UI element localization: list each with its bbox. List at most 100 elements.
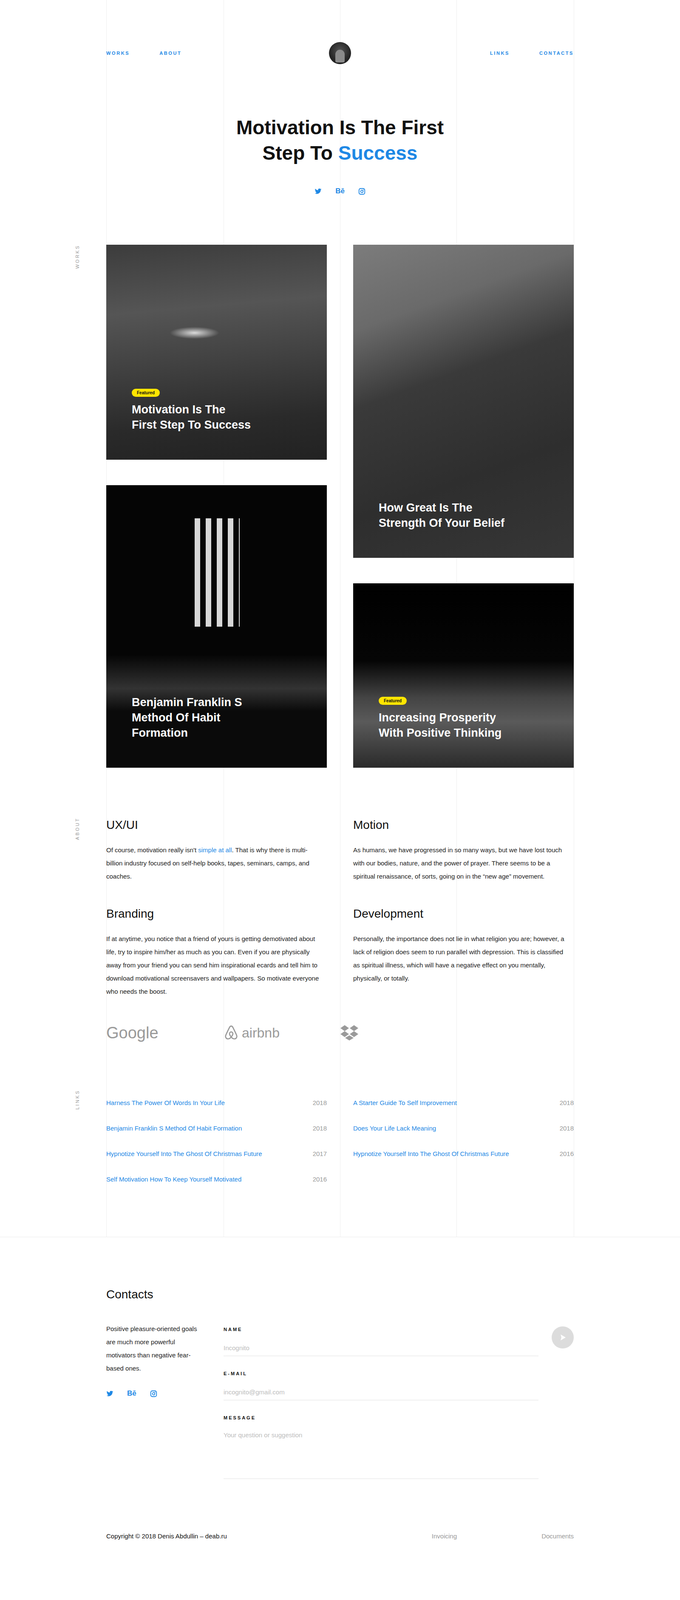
card-title: Increasing ProsperityWith Positive Think… xyxy=(378,710,502,741)
service-title: Development xyxy=(353,906,574,922)
service-text: If at anytime, you notice that a friend … xyxy=(106,932,321,999)
hero-line: Motivation Is The First xyxy=(236,116,444,139)
nav-link[interactable]: WORKS xyxy=(106,50,130,56)
work-card[interactable]: Featured Increasing ProsperityWith Positi… xyxy=(353,583,574,768)
service-item: BrandingIf at anytime, you notice that a… xyxy=(106,906,327,999)
airbnb-icon xyxy=(223,1025,240,1042)
article-link[interactable]: Harness The Power Of Words In Your Life xyxy=(106,1099,225,1107)
footer-link[interactable]: Invoicing xyxy=(431,1532,457,1542)
instagram-icon[interactable] xyxy=(358,187,366,196)
link-row: Benjamin Franklin S Method Of Habit Form… xyxy=(106,1115,327,1142)
article-link[interactable]: Self Motivation How To Keep Yourself Mot… xyxy=(106,1175,242,1184)
article-link[interactable]: A Starter Guide To Self Improvement xyxy=(353,1099,457,1107)
card-title-line: Method Of Habit xyxy=(131,710,243,726)
hero-socials: Bē xyxy=(0,187,680,196)
work-card[interactable]: Benjamin Franklin SMethod Of HabitFormat… xyxy=(106,485,327,768)
service-text: Of course, motivation really isn't simpl… xyxy=(106,843,321,884)
twitter-icon[interactable] xyxy=(314,187,322,196)
works-column: Featured Motivation Is TheFirst Step To S… xyxy=(106,244,327,768)
contact-form: NAMEE-MAILMESSAGE xyxy=(223,1326,539,1480)
work-card[interactable]: Featured Motivation Is TheFirst Step To S… xyxy=(106,244,327,460)
contacts-grid: Positive pleasure-oriented goals are muc… xyxy=(106,1326,574,1480)
service-item: MotionAs humans, we have progressed in s… xyxy=(353,817,574,884)
link-year: 2018 xyxy=(312,1099,327,1107)
card-caption: Benjamin Franklin SMethod Of HabitFormat… xyxy=(131,694,243,741)
featured-badge: Featured xyxy=(131,388,160,397)
behance-icon[interactable]: Bē xyxy=(127,1390,137,1398)
side-label: LINKS xyxy=(74,1090,80,1111)
side-label-cell: WORKS xyxy=(0,244,107,768)
airbnb-logo: airbnb xyxy=(223,1024,340,1042)
link-row: Self Motivation How To Keep Yourself Mot… xyxy=(106,1166,327,1193)
link-year: 2018 xyxy=(312,1124,327,1133)
google-logo: Google xyxy=(106,1023,224,1043)
copyright: Copyright © 2018 Denis Abdullin – deab.r… xyxy=(106,1532,340,1542)
card-title-line: Strength Of Your Belief xyxy=(378,515,505,531)
arrow-icon xyxy=(558,1333,567,1343)
text-input[interactable] xyxy=(223,1340,539,1357)
card-caption: How Great Is TheStrength Of Your Belief xyxy=(378,500,505,531)
link-year: 2016 xyxy=(559,1150,574,1158)
service-text: As humans, we have progressed in so many… xyxy=(353,843,568,884)
avatar-image[interactable] xyxy=(328,42,352,65)
card-title: Motivation Is TheFirst Step To Success xyxy=(131,402,251,433)
dropbox-icon xyxy=(340,1024,359,1042)
service-text: Personally, the importance does not lie … xyxy=(353,932,568,986)
nav-right: LINKS CONTACTS xyxy=(351,50,574,56)
hero-title: Motivation Is The FirstStep ToSuccess xyxy=(0,114,680,166)
field-label: E-MAIL xyxy=(223,1371,539,1377)
nav-link[interactable]: CONTACTS xyxy=(539,50,574,56)
google-wordmark: Google xyxy=(106,1023,159,1043)
contacts-info: Positive pleasure-oriented goals are muc… xyxy=(106,1326,224,1398)
top-nav: WORKS ABOUT LINKS CONTACTS xyxy=(106,0,574,65)
link-row: Hypnotize Yourself Into The Ghost Of Chr… xyxy=(353,1141,574,1167)
nav-left: WORKS ABOUT xyxy=(106,50,329,56)
message-textarea[interactable] xyxy=(223,1428,539,1480)
footer: Copyright © 2018 Denis Abdullin – deab.r… xyxy=(106,1479,574,1596)
card-caption: Featured Motivation Is TheFirst Step To S… xyxy=(131,388,251,433)
text-input[interactable] xyxy=(223,1384,539,1401)
nav-link[interactable]: LINKS xyxy=(490,50,510,56)
side-label: WORKS xyxy=(74,244,80,270)
send-button[interactable] xyxy=(551,1326,574,1349)
article-link[interactable]: Hypnotize Yourself Into The Ghost Of Chr… xyxy=(106,1150,263,1158)
links-grid: Harness The Power Of Words In Your Life 2… xyxy=(106,1090,574,1193)
service-item: UX/UI Of course, motivation really isn't … xyxy=(106,817,327,884)
text-span: Personally, the importance does not lie … xyxy=(353,935,565,983)
field-label: NAME xyxy=(223,1326,539,1333)
links-section: LINKS Harness The Power Of Words In Your … xyxy=(0,1090,680,1193)
behance-icon[interactable]: Bē xyxy=(335,187,345,196)
contacts-section: Contacts Positive pleasure-oriented goals… xyxy=(106,1237,574,1480)
card-title-line: With Positive Thinking xyxy=(378,725,502,741)
card-caption: Featured Increasing ProsperityWith Positi… xyxy=(378,697,502,741)
card-title: How Great Is TheStrength Of Your Belief xyxy=(378,500,505,531)
article-link[interactable]: Benjamin Franklin S Method Of Habit Form… xyxy=(106,1124,242,1133)
nav-link[interactable]: ABOUT xyxy=(159,50,182,56)
form-field: E-MAIL xyxy=(223,1371,539,1401)
card-title-line: Motivation Is The xyxy=(131,402,251,418)
service-title: UX/UI xyxy=(106,817,327,833)
about-content: UX/UI Of course, motivation really isn't … xyxy=(106,817,574,1043)
article-link[interactable]: Hypnotize Yourself Into The Ghost Of Chr… xyxy=(353,1150,510,1158)
link-year: 2016 xyxy=(312,1175,327,1184)
card-title: Benjamin Franklin SMethod Of HabitFormat… xyxy=(131,694,243,741)
page: WORKS ABOUT LINKS CONTACTS Motivation Is The… xyxy=(0,0,680,1600)
works-grid: Featured Motivation Is TheFirst Step To S… xyxy=(106,244,574,768)
featured-badge: Featured xyxy=(378,697,407,706)
inline-link[interactable]: simple at all xyxy=(198,846,232,854)
text-span: Of course, motivation really isn't xyxy=(106,846,199,854)
text-span: As humans, we have progressed in so many… xyxy=(353,846,562,881)
twitter-icon[interactable] xyxy=(106,1390,114,1398)
services-grid: UX/UI Of course, motivation really isn't … xyxy=(106,817,574,999)
links-column: Harness The Power Of Words In Your Life 2… xyxy=(106,1090,327,1193)
article-link[interactable]: Does Your Life Lack Meaning xyxy=(353,1124,437,1133)
card-title-line: First Step To Success xyxy=(131,417,251,433)
work-card[interactable]: How Great Is TheStrength Of Your Belief xyxy=(353,244,574,559)
contacts-title: Contacts xyxy=(106,1288,574,1302)
card-title-line: How Great Is The xyxy=(378,500,505,516)
about-section: ABOUTUX/UIOf course, motivation really i… xyxy=(0,817,680,1043)
footer-link[interactable]: Documents xyxy=(541,1532,574,1542)
contacts-text: Positive pleasure-oriented goals are muc… xyxy=(106,1322,207,1376)
instagram-icon[interactable] xyxy=(150,1390,158,1398)
link-row: A Starter Guide To Self Improvement2018 xyxy=(353,1090,574,1116)
